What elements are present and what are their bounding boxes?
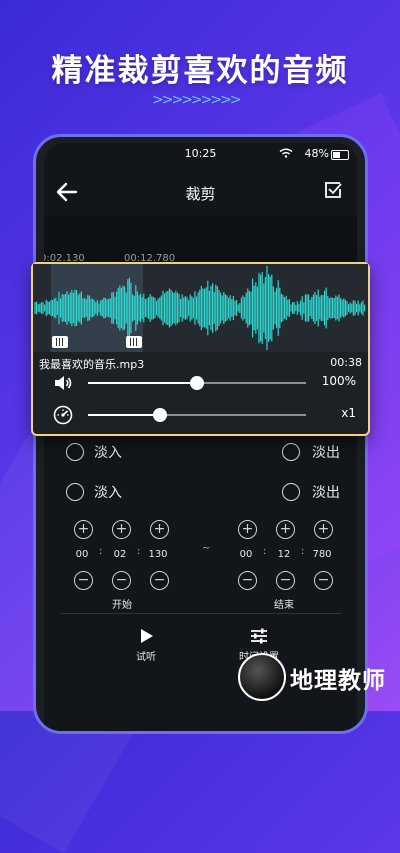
end-min-value[interactable]: 00 [231, 549, 261, 560]
fade-out-label: 淡出 [312, 485, 340, 501]
start-sec-minus-button[interactable]: − [112, 571, 131, 590]
volume-slider-thumb[interactable] [190, 376, 204, 390]
waveform-graph [34, 266, 366, 350]
fade-in-radio[interactable] [66, 483, 84, 501]
fade-row: 淡入 淡出 [44, 481, 357, 505]
start-ms-plus-button[interactable]: + [150, 520, 169, 539]
page-title: 裁剪 [185, 185, 216, 203]
globe-icon [238, 653, 286, 701]
volume-slider[interactable] [88, 376, 306, 390]
end-time-label: 结束 [274, 600, 294, 611]
start-min-value[interactable]: 00 [67, 549, 97, 560]
file-duration: 00:38 [330, 356, 362, 369]
preview-button[interactable]: 试听 [126, 627, 166, 663]
time-separator: : [263, 546, 267, 557]
speed-slider[interactable] [88, 408, 306, 422]
battery-icon [331, 150, 349, 160]
fade-in-label: 淡入 [94, 485, 122, 501]
preview-label: 试听 [136, 652, 156, 663]
end-ms-plus-button[interactable]: + [314, 520, 333, 539]
start-sec-value[interactable]: 02 [105, 549, 135, 560]
speedometer-icon [53, 405, 73, 425]
end-min-plus-button[interactable]: + [238, 520, 257, 539]
fade-out-radio[interactable] [282, 483, 300, 501]
fade-out-radio[interactable] [282, 443, 300, 461]
start-ms-value[interactable]: 130 [143, 549, 173, 560]
end-sec-value[interactable]: 12 [269, 549, 299, 560]
speed-slider-thumb[interactable] [152, 408, 167, 422]
range-separator: ~ [202, 543, 211, 554]
volume-icon [55, 376, 72, 390]
waveform[interactable] [33, 264, 368, 352]
time-separator: : [99, 546, 103, 557]
end-sec-plus-button[interactable]: + [276, 520, 295, 539]
fade-out-label: 淡出 [312, 445, 340, 461]
speed-slider-fill [88, 414, 160, 416]
end-sec-minus-button[interactable]: − [276, 571, 295, 590]
speed-row: x1 [33, 403, 368, 427]
end-ms-minus-button[interactable]: − [314, 571, 333, 590]
fade-row: 淡入 淡出 [44, 441, 357, 465]
battery-percent: 48% [304, 147, 329, 160]
watermark-text: 地理教师 [290, 668, 386, 694]
sliders-icon [251, 628, 267, 644]
chevron-decoration-icon: >>>>>>>>> [152, 92, 242, 108]
end-min-minus-button[interactable]: − [238, 571, 257, 590]
speed-value: x1 [341, 406, 356, 420]
time-separator: : [301, 546, 305, 557]
fade-in-radio[interactable] [66, 443, 84, 461]
top-bar: 裁剪 [44, 173, 357, 213]
promo-headline: 精准裁剪喜欢的音频 [51, 53, 349, 89]
fade-in-label: 淡入 [94, 445, 122, 461]
volume-slider-fill [88, 382, 197, 384]
end-ms-value[interactable]: 780 [307, 549, 337, 560]
play-icon [141, 629, 153, 643]
start-min-minus-button[interactable]: − [74, 571, 93, 590]
app-screen: 10:25 48% 裁剪 0:02.130 00:12.780 淡入 淡出 淡入… [44, 143, 357, 731]
start-ms-minus-button[interactable]: − [150, 571, 169, 590]
divider [60, 613, 341, 614]
selection-start-handle[interactable] [52, 336, 68, 348]
wifi-icon [279, 148, 293, 158]
time-separator: : [137, 546, 141, 557]
start-min-plus-button[interactable]: + [74, 520, 93, 539]
audio-edit-card: 我最喜欢的音乐.mp3 00:38 100% x1 [31, 262, 370, 436]
status-bar: 10:25 48% [44, 147, 357, 165]
start-sec-plus-button[interactable]: + [112, 520, 131, 539]
volume-row: 100% [33, 371, 368, 395]
file-name: 我最喜欢的音乐.mp3 [39, 358, 145, 371]
selection-end-handle[interactable] [126, 336, 142, 348]
start-time-label: 开始 [112, 600, 132, 611]
confirm-check-icon[interactable] [323, 180, 343, 200]
volume-value: 100% [321, 374, 356, 388]
watermark-logo: 地理教师 [238, 653, 388, 703]
